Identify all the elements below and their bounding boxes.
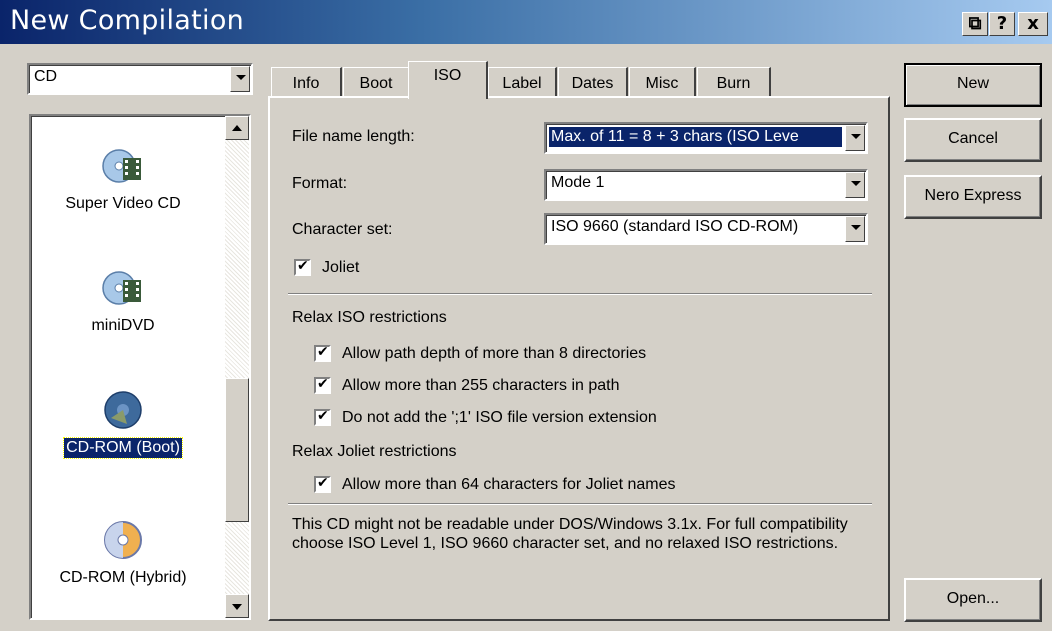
path-length-checkbox[interactable] bbox=[314, 376, 331, 394]
file-name-length-select[interactable]: Max. of 11 = 8 + 3 chars (ISO Leve bbox=[544, 122, 868, 154]
joliet-checkbox[interactable] bbox=[294, 258, 311, 276]
close-button[interactable]: x bbox=[1018, 12, 1048, 36]
joliet-label: Joliet bbox=[322, 259, 360, 276]
new-button[interactable]: New bbox=[904, 63, 1042, 107]
joliet-names-label: Allow more than 64 characters for Joliet… bbox=[342, 476, 676, 493]
character-set-label: Character set: bbox=[292, 221, 393, 238]
iso-tab-panel: File name length: Max. of 11 = 8 + 3 cha… bbox=[268, 96, 890, 621]
file-name-length-label: File name length: bbox=[292, 128, 415, 145]
tab-burn[interactable]: Burn bbox=[697, 67, 771, 97]
open-button[interactable]: Open... bbox=[904, 578, 1042, 622]
path-depth-checkbox[interactable] bbox=[314, 344, 331, 362]
media-type-select[interactable]: CD bbox=[27, 63, 253, 95]
chevron-down-icon[interactable] bbox=[845, 172, 865, 198]
hybrid-disc-icon bbox=[104, 521, 142, 559]
help-button[interactable]: ? bbox=[989, 12, 1015, 36]
list-item-label: miniDVD bbox=[91, 317, 155, 334]
version-extension-label: Do not add the ';1' ISO file version ext… bbox=[342, 409, 657, 426]
tab-label[interactable]: Label bbox=[488, 67, 557, 97]
format-label: Format: bbox=[292, 175, 348, 192]
scroll-thumb[interactable] bbox=[225, 378, 249, 522]
tab-iso[interactable]: ISO bbox=[408, 61, 488, 99]
boot-disc-icon bbox=[104, 391, 142, 429]
relax-iso-heading: Relax ISO restrictions bbox=[292, 309, 447, 326]
separator bbox=[288, 293, 872, 295]
compatibility-note: This CD might not be readable under DOS/… bbox=[292, 516, 848, 552]
title-bar[interactable]: New Compilation ⧉ ? x bbox=[0, 0, 1052, 44]
video-disc-icon bbox=[102, 271, 141, 305]
format-select[interactable]: Mode 1 bbox=[544, 169, 868, 201]
tray-icon[interactable]: ⧉ bbox=[962, 12, 988, 36]
separator bbox=[288, 503, 872, 505]
joliet-names-checkbox[interactable] bbox=[314, 475, 331, 493]
nero-express-button[interactable]: Nero Express bbox=[904, 175, 1042, 219]
scroll-up-icon[interactable] bbox=[225, 116, 249, 140]
compilation-type-list[interactable]: Super Video CD miniDVD CD-ROM (Boot) CD-… bbox=[29, 114, 251, 620]
file-name-length-value: Max. of 11 = 8 + 3 chars (ISO Leve bbox=[549, 127, 842, 147]
list-item-super-video-cd[interactable]: Super Video CD bbox=[31, 144, 215, 214]
list-item-cd-rom-boot[interactable]: CD-ROM (Boot) bbox=[31, 388, 215, 459]
cancel-button[interactable]: Cancel bbox=[904, 118, 1042, 162]
media-type-value: CD bbox=[34, 68, 58, 85]
format-value: Mode 1 bbox=[551, 174, 605, 191]
version-extension-checkbox[interactable] bbox=[314, 408, 331, 426]
chevron-down-icon[interactable] bbox=[845, 125, 865, 151]
tab-boot[interactable]: Boot bbox=[343, 67, 410, 97]
character-set-select[interactable]: ISO 9660 (standard ISO CD-ROM) bbox=[544, 213, 868, 245]
list-item-cd-rom-hybrid[interactable]: CD-ROM (Hybrid) bbox=[31, 518, 215, 588]
list-item-label: Super Video CD bbox=[65, 195, 181, 212]
list-item-label: CD-ROM (Boot) bbox=[63, 437, 183, 459]
window-title: New Compilation bbox=[10, 5, 245, 36]
scroll-down-icon[interactable] bbox=[225, 594, 249, 618]
list-scrollbar[interactable] bbox=[225, 116, 249, 618]
chevron-down-icon[interactable] bbox=[230, 66, 250, 92]
path-depth-label: Allow path depth of more than 8 director… bbox=[342, 345, 647, 362]
tab-info[interactable]: Info bbox=[271, 67, 342, 97]
list-item-minidvd[interactable]: miniDVD bbox=[31, 266, 215, 336]
video-disc-icon bbox=[102, 149, 141, 183]
tab-misc[interactable]: Misc bbox=[629, 67, 696, 97]
path-length-label: Allow more than 255 characters in path bbox=[342, 377, 620, 394]
relax-joliet-heading: Relax Joliet restrictions bbox=[292, 443, 457, 460]
chevron-down-icon[interactable] bbox=[845, 216, 865, 242]
tab-dates[interactable]: Dates bbox=[558, 67, 628, 97]
list-item-label: CD-ROM (Hybrid) bbox=[59, 569, 187, 586]
character-set-value: ISO 9660 (standard ISO CD-ROM) bbox=[551, 218, 799, 235]
